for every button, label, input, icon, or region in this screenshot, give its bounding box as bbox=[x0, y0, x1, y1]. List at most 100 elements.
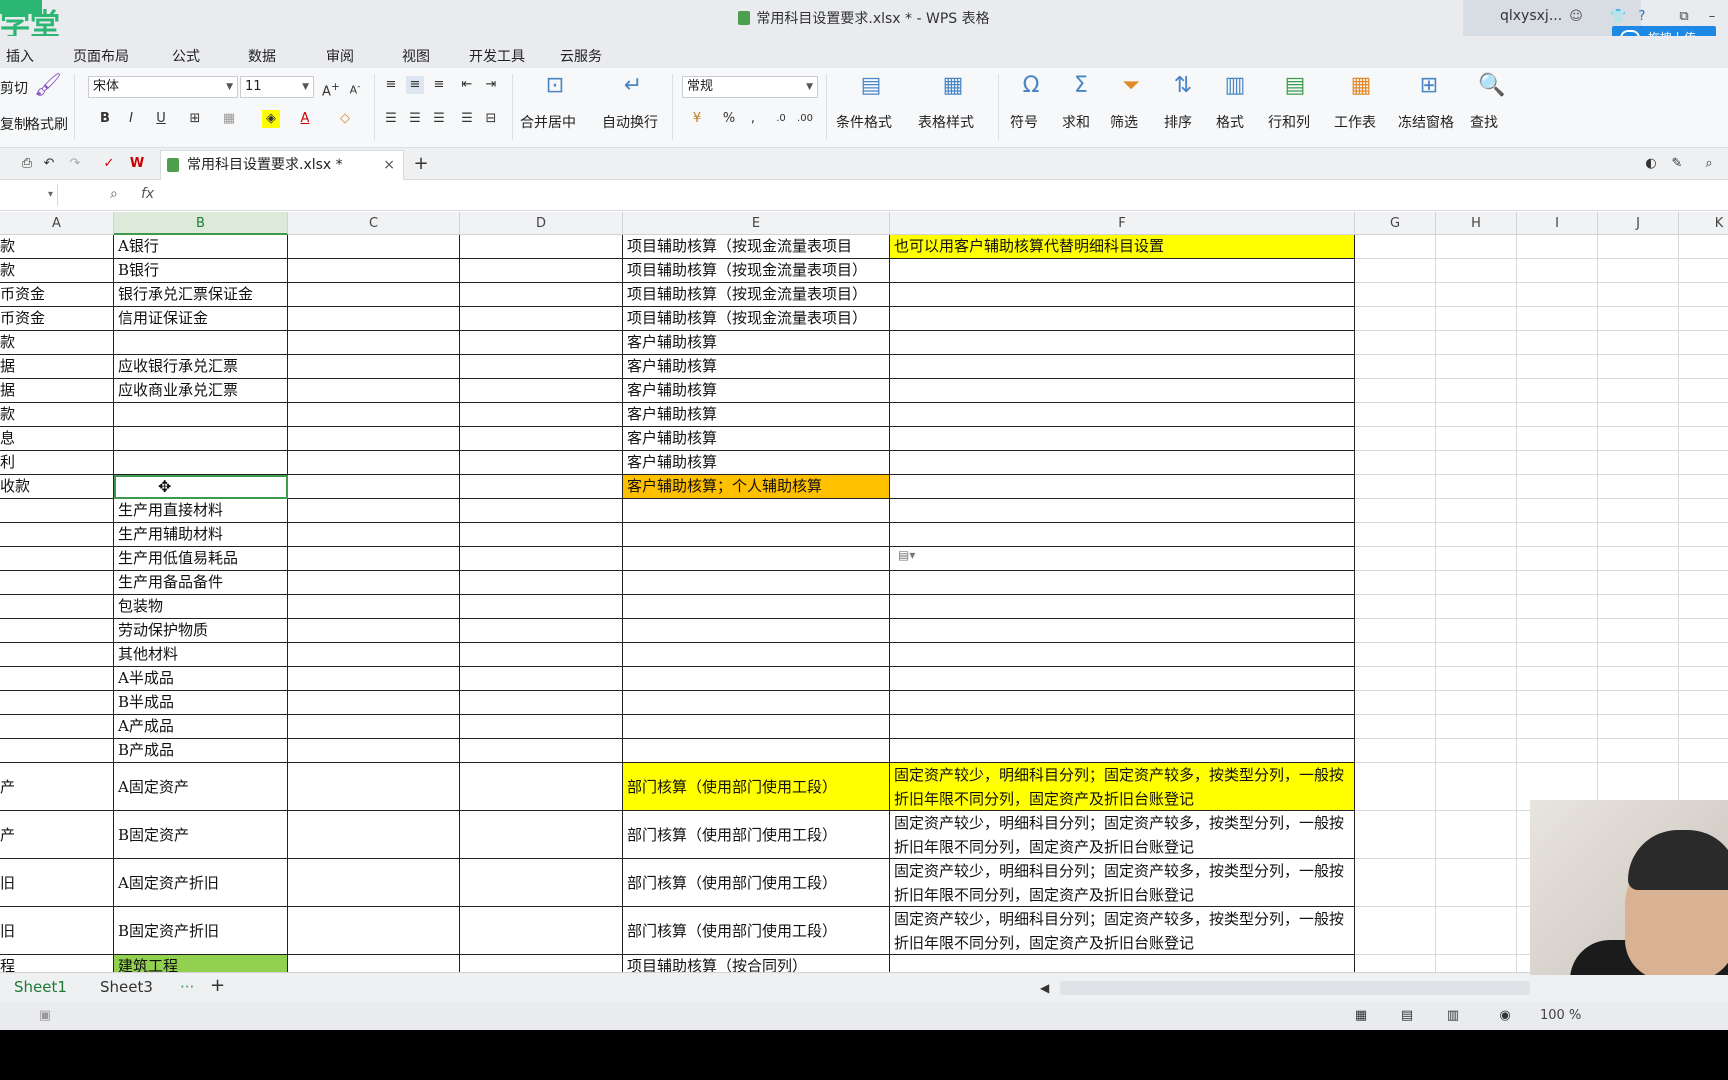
cell-j[interactable] bbox=[1598, 547, 1679, 571]
cell-e[interactable]: 部门核算（使用部门使用工段） bbox=[623, 907, 890, 955]
cell-f[interactable] bbox=[890, 379, 1355, 403]
filter-label[interactable]: 筛选 bbox=[1110, 112, 1138, 132]
close-tab-icon[interactable]: × bbox=[383, 151, 395, 179]
border-icon[interactable]: ⊞ bbox=[186, 110, 204, 128]
cell-a[interactable]: 币资金 bbox=[0, 307, 114, 331]
cell-i[interactable] bbox=[1517, 571, 1598, 595]
cell-h[interactable] bbox=[1436, 691, 1517, 715]
cell-a[interactable] bbox=[0, 667, 114, 691]
cell-k[interactable] bbox=[1679, 379, 1728, 403]
table-style-icon[interactable]: ▦ bbox=[940, 74, 966, 98]
cell-i[interactable] bbox=[1517, 235, 1598, 259]
cell-b[interactable]: B固定资产折旧 bbox=[114, 907, 288, 955]
cell-e[interactable] bbox=[623, 523, 890, 547]
cell-j[interactable] bbox=[1598, 715, 1679, 739]
new-tab-icon[interactable]: + bbox=[412, 155, 430, 173]
format-label[interactable]: 格式 bbox=[1216, 112, 1244, 132]
cell-i[interactable] bbox=[1517, 691, 1598, 715]
column-header-g[interactable]: G bbox=[1355, 212, 1436, 235]
cell-d[interactable] bbox=[460, 523, 623, 547]
increase-decimal-icon[interactable]: .0 bbox=[772, 110, 790, 128]
cell-g[interactable] bbox=[1355, 283, 1436, 307]
cell-c[interactable] bbox=[288, 859, 460, 907]
cell-h[interactable] bbox=[1436, 619, 1517, 643]
cell-e[interactable]: 项目辅助核算（按现金流量表项目） bbox=[623, 307, 890, 331]
cell-g[interactable] bbox=[1355, 403, 1436, 427]
conditional-format-label[interactable]: 条件格式 bbox=[836, 112, 892, 132]
cell-k[interactable] bbox=[1679, 571, 1728, 595]
cell-f[interactable] bbox=[890, 355, 1355, 379]
cell-f[interactable] bbox=[890, 427, 1355, 451]
cell-d[interactable] bbox=[460, 643, 623, 667]
cell-e[interactable] bbox=[623, 643, 890, 667]
menu-data[interactable]: 数据 bbox=[248, 46, 276, 66]
cell-d[interactable] bbox=[460, 619, 623, 643]
cell-e[interactable] bbox=[623, 571, 890, 595]
number-format-select[interactable]: 常规 ▼ bbox=[682, 76, 818, 98]
cell-f[interactable] bbox=[890, 691, 1355, 715]
cell-j[interactable] bbox=[1598, 283, 1679, 307]
cell-f[interactable] bbox=[890, 259, 1355, 283]
cell-h[interactable] bbox=[1436, 667, 1517, 691]
cell-f[interactable] bbox=[890, 283, 1355, 307]
cell-i[interactable] bbox=[1517, 403, 1598, 427]
cell-i[interactable] bbox=[1517, 331, 1598, 355]
cell-g[interactable] bbox=[1355, 811, 1436, 859]
page-layout-view-icon[interactable]: ▥ bbox=[1444, 1007, 1462, 1025]
restore-window-icon[interactable]: ⧉ bbox=[1676, 9, 1692, 25]
cell-f[interactable] bbox=[890, 499, 1355, 523]
cell-f[interactable]: 也可以用客户辅助核算代替明细科目设置 bbox=[890, 235, 1355, 259]
zoom-icon[interactable]: ⌕ bbox=[110, 186, 118, 202]
cell-c[interactable] bbox=[288, 739, 460, 763]
page-break-view-icon[interactable]: ▤ bbox=[1398, 1007, 1416, 1025]
cell-h[interactable] bbox=[1436, 379, 1517, 403]
cell-k[interactable] bbox=[1679, 283, 1728, 307]
cell-h[interactable] bbox=[1436, 355, 1517, 379]
cell-f[interactable] bbox=[890, 739, 1355, 763]
font-name-select[interactable]: 宋体 ▼ bbox=[88, 76, 238, 98]
redo-icon[interactable]: ↷ bbox=[66, 155, 84, 173]
cell-f[interactable] bbox=[890, 451, 1355, 475]
cell-k[interactable] bbox=[1679, 715, 1728, 739]
cell-b[interactable]: B银行 bbox=[114, 259, 288, 283]
paste-options-icon[interactable]: ▤▾ bbox=[898, 548, 915, 562]
cell-e[interactable]: 部门核算（使用部门使用工段） bbox=[623, 859, 890, 907]
conditional-format-icon[interactable]: ▤ bbox=[858, 74, 884, 98]
cell-b[interactable]: 信用证保证金 bbox=[114, 307, 288, 331]
cell-f[interactable] bbox=[890, 715, 1355, 739]
cell-j[interactable] bbox=[1598, 235, 1679, 259]
cell-g[interactable] bbox=[1355, 523, 1436, 547]
comment-icon[interactable]: ✎ bbox=[1668, 155, 1686, 173]
cell-d[interactable] bbox=[460, 451, 623, 475]
cell-j[interactable] bbox=[1598, 691, 1679, 715]
cell-b[interactable]: 应收银行承兑汇票 bbox=[114, 355, 288, 379]
cell-h[interactable] bbox=[1436, 523, 1517, 547]
merge-center-icon[interactable]: ⊡ bbox=[542, 74, 568, 98]
reading-mode-icon[interactable]: ◉ bbox=[1496, 1007, 1514, 1025]
name-box[interactable]: ▾ bbox=[0, 184, 58, 206]
cell-a[interactable]: 程 bbox=[0, 955, 114, 972]
cell-a[interactable]: 息 bbox=[0, 427, 114, 451]
cell-c[interactable] bbox=[288, 571, 460, 595]
cell-k[interactable] bbox=[1679, 259, 1728, 283]
cell-a[interactable] bbox=[0, 571, 114, 595]
cell-a[interactable]: 款 bbox=[0, 331, 114, 355]
cell-c[interactable] bbox=[288, 595, 460, 619]
cell-i[interactable] bbox=[1517, 595, 1598, 619]
cell-c[interactable] bbox=[288, 499, 460, 523]
cell-i[interactable] bbox=[1517, 475, 1598, 499]
cell-c[interactable] bbox=[288, 283, 460, 307]
cell-f[interactable] bbox=[890, 307, 1355, 331]
cell-k[interactable] bbox=[1679, 691, 1728, 715]
cell-d[interactable] bbox=[460, 379, 623, 403]
table-style-label[interactable]: 表格样式 bbox=[918, 112, 974, 132]
menu-formulas[interactable]: 公式 bbox=[172, 46, 200, 66]
cell-a[interactable] bbox=[0, 619, 114, 643]
quick-action-icon[interactable]: ✓ bbox=[100, 155, 118, 173]
zoom-level[interactable]: 100 % bbox=[1540, 1008, 1581, 1023]
cell-g[interactable] bbox=[1355, 859, 1436, 907]
cell-k[interactable] bbox=[1679, 307, 1728, 331]
column-header-d[interactable]: D bbox=[460, 212, 623, 235]
cell-d[interactable] bbox=[460, 235, 623, 259]
cell-h[interactable] bbox=[1436, 331, 1517, 355]
